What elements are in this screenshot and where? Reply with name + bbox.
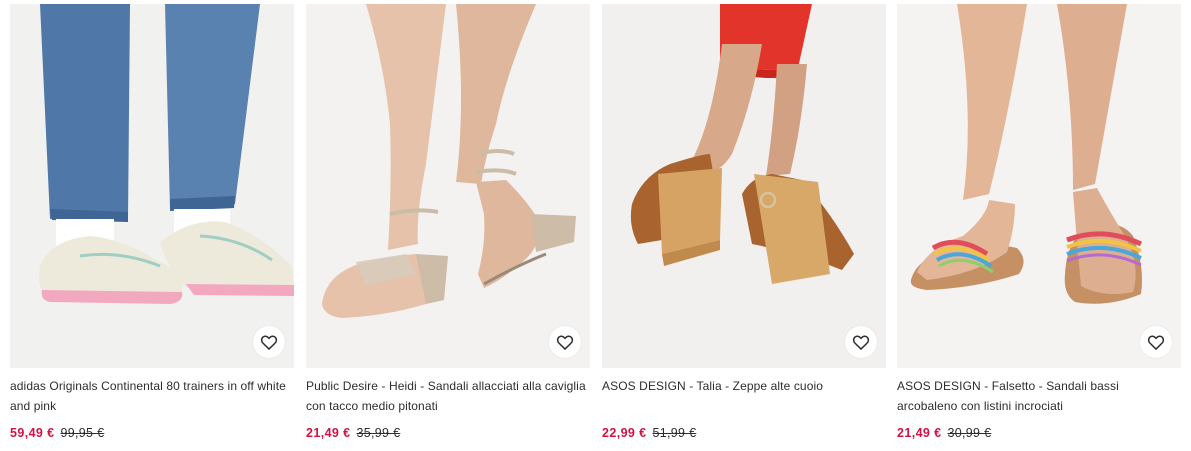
sale-price: 59,49 € <box>10 426 55 440</box>
original-price: 99,95 € <box>60 426 105 440</box>
sale-price: 21,49 € <box>306 426 351 440</box>
product-grid: adidas Originals Continental 80 trainers… <box>10 4 1181 451</box>
original-price: 30,99 € <box>947 426 992 440</box>
product-card[interactable]: adidas Originals Continental 80 trainers… <box>10 4 294 451</box>
favorite-button[interactable] <box>845 326 877 358</box>
product-image[interactable] <box>897 4 1181 368</box>
product-title[interactable]: adidas Originals Continental 80 trainers… <box>10 376 294 416</box>
product-price: 21,49 € 30,99 € <box>897 423 991 443</box>
product-image[interactable] <box>602 4 886 368</box>
heart-outline-icon <box>1147 335 1165 350</box>
favorite-button[interactable] <box>1140 326 1172 358</box>
product-image[interactable] <box>10 4 294 368</box>
wedges-image <box>602 4 886 368</box>
heart-outline-icon <box>852 335 870 350</box>
product-card[interactable]: Public Desire - Heidi - Sandali allaccia… <box>306 4 590 451</box>
sale-price: 21,49 € <box>897 426 942 440</box>
product-title[interactable]: ASOS DESIGN - Talia - Zeppe alte cuoio <box>602 376 886 396</box>
product-card[interactable]: ASOS DESIGN - Falsetto - Sandali bassi a… <box>897 4 1181 451</box>
product-price: 22,99 € 51,99 € <box>602 423 696 443</box>
sneakers-image <box>10 4 294 368</box>
sale-price: 22,99 € <box>602 426 647 440</box>
original-price: 51,99 € <box>652 426 697 440</box>
original-price: 35,99 € <box>356 426 401 440</box>
product-title[interactable]: ASOS DESIGN - Falsetto - Sandali bassi a… <box>897 376 1181 416</box>
product-title[interactable]: Public Desire - Heidi - Sandali allaccia… <box>306 376 590 416</box>
favorite-button[interactable] <box>253 326 285 358</box>
product-price: 21,49 € 35,99 € <box>306 423 400 443</box>
rainbow-sliders-image <box>897 4 1181 368</box>
product-card[interactable]: ASOS DESIGN - Talia - Zeppe alte cuoio 2… <box>602 4 886 451</box>
heart-outline-icon <box>260 335 278 350</box>
favorite-button[interactable] <box>549 326 581 358</box>
heart-outline-icon <box>556 335 574 350</box>
product-price: 59,49 € 99,95 € <box>10 423 104 443</box>
snake-sandals-image <box>306 4 590 368</box>
product-image[interactable] <box>306 4 590 368</box>
